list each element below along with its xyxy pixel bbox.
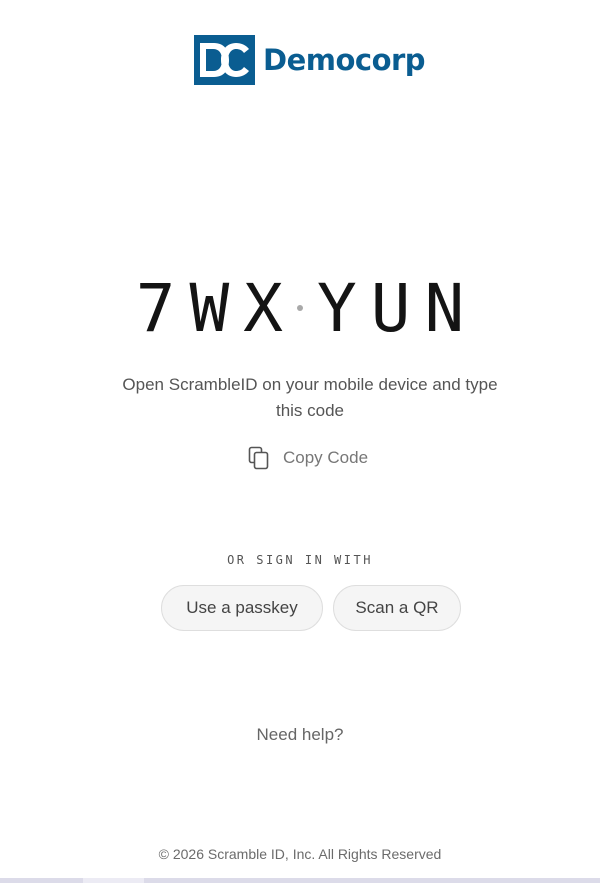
scan-qr-button[interactable]: Scan a QR <box>333 585 461 631</box>
sign-in-code: 7WX YUN <box>0 268 600 348</box>
brand-name: Democorp <box>263 43 426 77</box>
use-passkey-button[interactable]: Use a passkey <box>161 585 323 631</box>
need-help-link[interactable]: Need help? <box>0 725 600 745</box>
code-instructions: Open ScrambleID on your mobile device an… <box>122 375 498 420</box>
copy-icon <box>248 446 269 470</box>
or-sign-in-heading: OR SIGN IN WITH <box>227 553 373 567</box>
code-part-1: 7WX <box>135 269 297 347</box>
code-separator-dot <box>297 305 303 311</box>
bottom-strip-segment <box>83 878 144 883</box>
bottom-strip <box>0 878 600 883</box>
democorp-logo-mark-icon <box>194 35 255 85</box>
alt-sign-in-buttons: Use a passkey Scan a QR <box>161 585 461 631</box>
code-part-2: YUN <box>317 269 479 347</box>
footer-copyright: © 2026 Scramble ID, Inc. All Rights Rese… <box>158 846 442 862</box>
copy-code-label: Copy Code <box>283 448 369 467</box>
copy-code-button[interactable]: Copy Code <box>248 444 368 472</box>
democorp-logo: Democorp <box>194 35 426 85</box>
